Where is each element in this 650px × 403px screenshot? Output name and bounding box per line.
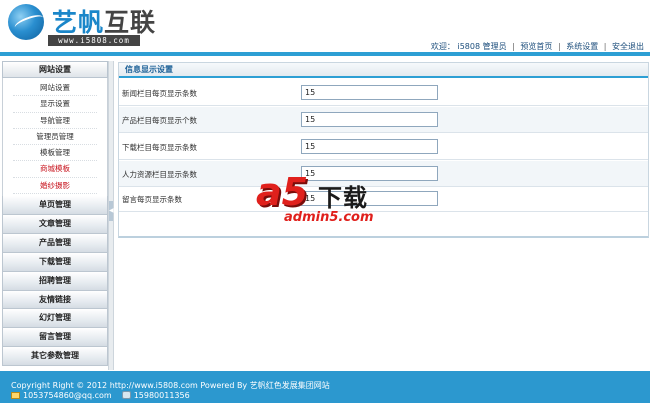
logo-url: www.i5808.com bbox=[48, 35, 140, 46]
contact-line: 1053754860@qq.com 15980011356 bbox=[11, 391, 190, 400]
news-per-page-input[interactable] bbox=[301, 85, 438, 100]
setting-row: 产品栏目每页显示个数 bbox=[119, 107, 648, 133]
panel-title: 信息显示设置 bbox=[119, 63, 648, 78]
header-accent-bar bbox=[0, 52, 650, 56]
setting-label: 下载栏目每页显示条数 bbox=[122, 143, 197, 152]
setting-label: 人力资源栏目显示条数 bbox=[122, 170, 197, 179]
divider: | bbox=[557, 42, 561, 51]
sidebar-group-links[interactable]: 友情链接 bbox=[2, 290, 108, 310]
watermark-domain: admin5.com bbox=[284, 210, 374, 225]
sidebar: 网站设置 网站设置 显示设置 导航管理 管理员管理 模板管理 商城模板 婚纱摄影… bbox=[2, 61, 108, 370]
footer: Copyright Right © 2012 http://www.i5808.… bbox=[0, 371, 650, 403]
sidebar-item-wedding-photo[interactable]: 婚纱摄影 bbox=[13, 178, 97, 195]
phone-icon bbox=[121, 391, 131, 399]
sidebar-group-messages[interactable]: 留言管理 bbox=[2, 328, 108, 348]
welcome-text: 欢迎： bbox=[430, 42, 455, 51]
downloads-per-page-input[interactable] bbox=[301, 139, 438, 154]
sidebar-item-display-settings[interactable]: 显示设置 bbox=[13, 96, 97, 113]
sidebar-item-site-settings[interactable]: 网站设置 bbox=[13, 80, 97, 97]
contact-phone: 15980011356 bbox=[133, 391, 190, 400]
sidebar-group-other-params[interactable]: 其它参数管理 bbox=[2, 347, 108, 367]
divider: | bbox=[603, 42, 607, 51]
watermark-download-text: 下载 bbox=[318, 184, 368, 212]
logout-link[interactable]: 安全退出 bbox=[612, 41, 644, 52]
contact-email: 1053754860@qq.com bbox=[23, 391, 112, 400]
products-per-page-input[interactable] bbox=[301, 112, 438, 127]
a5-logo-text: a5 bbox=[256, 170, 309, 214]
setting-row: 下载栏目每页显示条数 bbox=[119, 134, 648, 160]
username: i5808 bbox=[457, 42, 481, 51]
sidebar-group-articles[interactable]: 文章管理 bbox=[2, 214, 108, 234]
divider: | bbox=[512, 42, 515, 51]
email-icon bbox=[11, 392, 20, 399]
a5-watermark: a5 下载 admin5.com bbox=[252, 170, 402, 232]
sidebar-item-navigation[interactable]: 导航管理 bbox=[13, 113, 97, 129]
header: 艺帆互联 www.i5808.com 欢迎： i5808 管理员 | 预览首页 … bbox=[0, 0, 650, 56]
sidebar-group-downloads[interactable]: 下载管理 bbox=[2, 252, 108, 272]
logo-globe-icon bbox=[8, 4, 44, 40]
setting-row: 新闻栏目每页显示条数 bbox=[119, 80, 648, 106]
sidebar-item-mall-template[interactable]: 商城模板 bbox=[13, 161, 97, 178]
logo-text-part2: 互联 bbox=[104, 8, 157, 37]
sidebar-item-admins[interactable]: 管理员管理 bbox=[13, 129, 97, 146]
preview-home-link[interactable]: 预览首页 bbox=[520, 41, 552, 52]
sidebar-group-products[interactable]: 产品管理 bbox=[2, 233, 108, 253]
sidebar-group-recruitment[interactable]: 招聘管理 bbox=[2, 271, 108, 291]
setting-label: 留言每页显示条数 bbox=[122, 195, 182, 204]
logo-text-part1: 艺帆 bbox=[52, 8, 105, 37]
sidebar-group-pages[interactable]: 单页管理 bbox=[2, 196, 108, 215]
logo-text[interactable]: 艺帆互联 bbox=[52, 3, 156, 39]
sidebar-group-site-settings[interactable]: 网站设置 bbox=[2, 61, 108, 78]
top-nav: 欢迎： i5808 管理员 | 预览首页 | 系统设置 | 安全退出 bbox=[431, 41, 644, 52]
system-settings-link[interactable]: 系统设置 bbox=[566, 41, 598, 52]
setting-label: 产品栏目每页显示个数 bbox=[122, 116, 197, 125]
copyright-text: Copyright Right © 2012 http://www.i5808.… bbox=[11, 381, 330, 390]
sidebar-submenu: 网站设置 显示设置 导航管理 管理员管理 模板管理 商城模板 婚纱摄影 bbox=[2, 78, 108, 197]
setting-label: 新闻栏目每页显示条数 bbox=[122, 89, 197, 98]
sidebar-group-slides[interactable]: 幻灯管理 bbox=[2, 309, 108, 329]
user-role: 管理员 bbox=[482, 42, 507, 51]
sidebar-item-templates[interactable]: 模板管理 bbox=[13, 145, 97, 162]
sidebar-splitter[interactable]: ◀ bbox=[108, 61, 114, 370]
collapse-arrow-icon[interactable]: ◀ bbox=[109, 201, 114, 221]
